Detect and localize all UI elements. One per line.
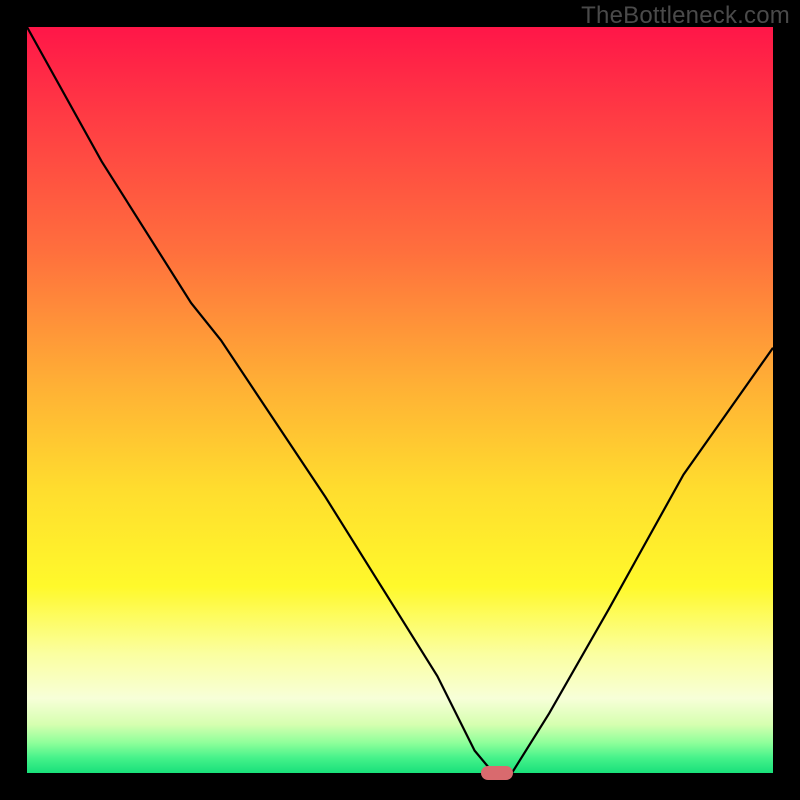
curve-path [27, 27, 773, 773]
plot-area [27, 27, 773, 773]
chart-frame: TheBottleneck.com [0, 0, 800, 800]
optimal-point-marker [481, 766, 513, 780]
bottleneck-curve [27, 27, 773, 773]
watermark-text: TheBottleneck.com [581, 2, 790, 30]
